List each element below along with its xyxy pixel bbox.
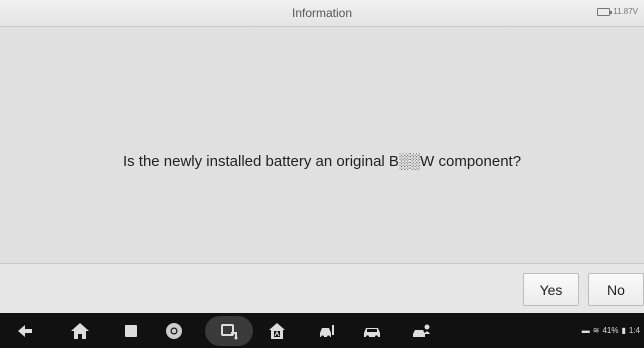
page-title: Information bbox=[291, 6, 353, 20]
chrome-icon[interactable] bbox=[163, 320, 185, 342]
action-bar: Yes No bbox=[0, 263, 644, 314]
clock: 1:4 bbox=[628, 326, 640, 335]
status-area: ▬ ≋ 41% ▮ 1:4 bbox=[582, 326, 640, 335]
back-icon[interactable] bbox=[14, 320, 36, 342]
question-text: Is the newly installed battery an origin… bbox=[122, 153, 522, 170]
wifi-icon: ≋ bbox=[592, 326, 600, 335]
car-icon[interactable] bbox=[361, 320, 383, 342]
battery-small-icon: ▮ bbox=[621, 326, 626, 335]
car-service-icon[interactable] bbox=[316, 320, 338, 342]
system-navbar: ▬ ≋ 41% ▮ 1:4 bbox=[0, 313, 644, 348]
no-button[interactable]: No bbox=[588, 273, 644, 306]
battery-voltage: 11.87V bbox=[613, 7, 638, 16]
battery-percent: 41% bbox=[602, 326, 619, 335]
vci-icon[interactable] bbox=[205, 316, 253, 346]
maxisys-home-icon[interactable] bbox=[266, 320, 288, 342]
recent-apps-icon[interactable] bbox=[120, 320, 142, 342]
dialog-content: Is the newly installed battery an origin… bbox=[0, 27, 644, 263]
battery-icon bbox=[597, 7, 613, 16]
car-user-icon[interactable] bbox=[411, 320, 433, 342]
chat-icon: ▬ bbox=[581, 326, 590, 335]
battery-status: 11.87V bbox=[597, 7, 638, 16]
home-icon[interactable] bbox=[69, 320, 91, 342]
yes-button[interactable]: Yes bbox=[523, 273, 579, 306]
title-bar: Information 11.87V bbox=[0, 0, 644, 27]
